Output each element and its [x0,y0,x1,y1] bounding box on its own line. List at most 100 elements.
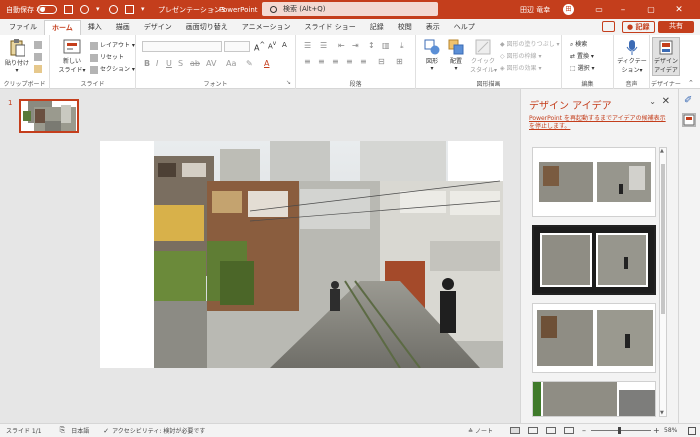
shape-fill-button[interactable]: ◆ 図形の塗りつぶし ▾ [500,39,560,48]
language-status[interactable]: 日本語 [71,426,89,435]
smartart-icon[interactable]: ⊞ [396,57,403,66]
find-button[interactable]: ⌕ 検索 [570,39,587,49]
record-button[interactable]: ● 記録 [622,21,655,33]
arrange-button[interactable]: 配置 ▾ [446,39,466,72]
bold-icon[interactable]: B [144,59,150,68]
align-text-icon[interactable]: ⊟ [378,57,385,66]
tab-insert[interactable]: 挿入 [81,20,109,35]
layout-button[interactable]: レイアウト ▾ [90,40,135,50]
align-right-icon[interactable]: ≡ [332,57,339,66]
zoom-level[interactable]: 58% [664,427,677,434]
design-ideas-pane-icon[interactable] [682,113,696,127]
share-button[interactable]: 共有 [658,21,694,33]
numbering-icon[interactable]: ☰ [320,41,327,50]
accessibility-status[interactable]: アクセシビリティ: 検討が必要です [112,426,205,435]
accessibility-icon[interactable]: ✓ [103,427,109,435]
undo-icon[interactable] [80,5,89,14]
change-case-icon[interactable]: Aa [226,59,236,68]
comments-icon[interactable] [602,21,615,32]
restart-notice-link[interactable]: PowerPoint を再起動するまでアイデアの候補表示を停止します。 [529,115,669,131]
font-size-box[interactable] [224,41,250,52]
tab-draw[interactable]: 描画 [109,20,137,35]
slideshow-view-icon[interactable] [564,427,574,434]
design-idea-3[interactable] [532,303,656,373]
zoom-slider[interactable] [591,430,651,431]
highlight-icon[interactable]: ✎ [246,59,253,68]
notes-button[interactable]: ≙ ノート [468,426,493,435]
slideshow-from-start-icon[interactable] [125,5,134,14]
justify-icon[interactable]: ≡ [346,57,353,66]
shadow-icon[interactable]: S [178,59,183,68]
cut-icon[interactable] [34,41,42,49]
increase-font-icon[interactable]: A^ [254,41,265,53]
italic-icon[interactable]: I [156,59,158,68]
strikethrough-icon[interactable]: ab [190,59,200,68]
slide-thumbnail[interactable] [19,99,79,133]
tab-transitions[interactable]: 画面切り替え [179,20,235,35]
designer-pane-icon[interactable]: ✐ [684,95,692,106]
copy-icon[interactable] [34,53,42,61]
columns-icon[interactable]: ▥ [382,41,390,50]
minimize-button[interactable]: – [612,0,634,19]
text-direction-icon[interactable]: ⤓ [400,41,404,51]
font-name-box[interactable] [142,41,222,52]
undo-dropdown-icon[interactable]: ▾ [96,5,102,14]
tab-home[interactable]: ホーム [44,20,81,35]
design-idea-1[interactable] [532,147,656,217]
reset-button[interactable]: リセット [90,52,124,62]
shape-effects-button[interactable]: ◈ 図形の効果 ▾ [500,63,541,72]
decrease-indent-icon[interactable]: ⇤ [338,41,345,50]
shape-outline-button[interactable]: ◇ 図形の枠線 ▾ [500,51,541,60]
quick-styles-button[interactable]: クイック スタイル▾ [470,39,497,74]
tab-animations[interactable]: アニメーション [235,20,298,35]
shapes-button[interactable]: 図形 ▾ [422,39,442,72]
user-name[interactable]: 田辺 竜幸 [520,5,550,15]
bullets-icon[interactable]: ☰ [304,41,311,50]
search-box[interactable]: 検索 (Alt+Q) [262,2,438,16]
tab-slideshow[interactable]: スライド ショー [298,20,363,35]
zoom-in-icon[interactable]: + [653,426,660,435]
customize-qat-icon[interactable]: ▾ [141,5,150,14]
section-button[interactable]: セクション ▾ [90,64,135,74]
slide-canvas[interactable] [100,141,503,368]
maximize-button[interactable]: ▢ [640,0,662,19]
new-slide-button[interactable]: 新しい スライド▾ [58,39,86,74]
fit-to-window-icon[interactable] [688,426,696,435]
tab-review[interactable]: 校閲 [391,20,419,35]
increase-indent-icon[interactable]: ⇥ [352,41,359,50]
spellcheck-icon[interactable]: ⎘ [60,426,66,435]
decrease-font-icon[interactable]: Av [268,41,276,50]
scroll-down-icon[interactable]: ▼ [660,410,664,416]
design-idea-4[interactable] [532,381,656,417]
zoom-slider-thumb[interactable] [618,427,621,434]
scroll-up-icon[interactable]: ▲ [660,148,664,154]
redo-icon[interactable] [109,5,118,14]
paste-button[interactable]: 貼り付け ▾ [5,39,29,74]
replace-button[interactable]: ⇄ 置換 ▾ [570,51,594,60]
normal-view-icon[interactable] [510,427,520,434]
reading-view-icon[interactable] [546,427,556,434]
format-painter-icon[interactable] [34,65,42,73]
close-panel-icon[interactable]: ✕ [662,96,670,107]
font-color-icon[interactable]: A [264,59,269,68]
dictate-button[interactable]: ディクテー ション▾ [616,39,648,74]
ribbon-display-icon[interactable]: ▭ [588,0,610,19]
tab-help[interactable]: ヘルプ [447,20,482,35]
align-center-icon[interactable]: ≡ [318,57,325,66]
design-panel-scrollbar[interactable]: ▲ ▼ [659,147,667,417]
collapse-ribbon-icon[interactable]: ⌃ [688,79,694,87]
align-left-icon[interactable]: ≡ [304,57,311,66]
slide-sorter-icon[interactable] [528,427,538,434]
design-idea-2[interactable] [532,225,656,295]
zoom-out-icon[interactable]: – [582,426,586,435]
panel-options-icon[interactable]: ⌄ [649,97,656,106]
line-spacing-icon[interactable]: ↕ [368,41,375,50]
tab-view[interactable]: 表示 [419,20,447,35]
clear-format-icon[interactable]: A [282,41,287,49]
char-spacing-icon[interactable]: AV [206,59,216,68]
tab-record[interactable]: 記録 [363,20,391,35]
design-ideas-button[interactable]: デザイン アイデア [652,37,680,76]
underline-icon[interactable]: U [166,59,172,68]
user-avatar[interactable]: 田 [563,4,574,15]
scrollbar-thumb[interactable] [661,164,665,314]
